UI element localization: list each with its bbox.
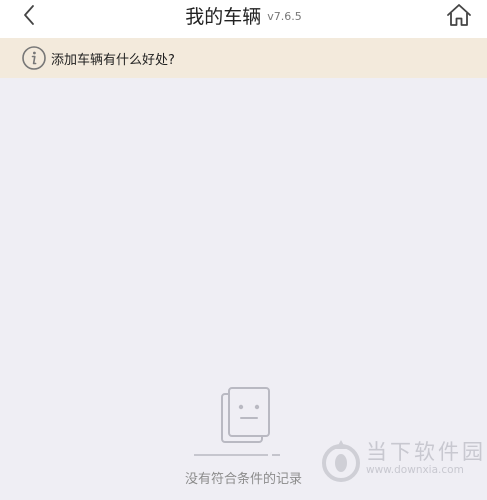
version-label: v7.6.5: [267, 10, 302, 23]
watermark-logo-icon: [322, 440, 360, 482]
header-bar: 我的车辆 v7.6.5: [0, 0, 487, 38]
home-icon: [447, 4, 471, 26]
empty-document-icon: [194, 387, 280, 456]
home-button[interactable]: [444, 1, 474, 31]
info-icon: [22, 46, 46, 70]
page-title: 我的车辆: [185, 5, 262, 28]
watermark-brand: 当下软件园: [366, 440, 486, 464]
watermark-url: www.downxia.com: [366, 464, 464, 476]
vehicle-benefits-text: 添加车辆有什么好处?: [51, 52, 175, 68]
vehicle-benefits-bar[interactable]: 添加车辆有什么好处?: [0, 38, 487, 78]
title-area: 我的车辆 v7.6.5: [0, 0, 487, 30]
